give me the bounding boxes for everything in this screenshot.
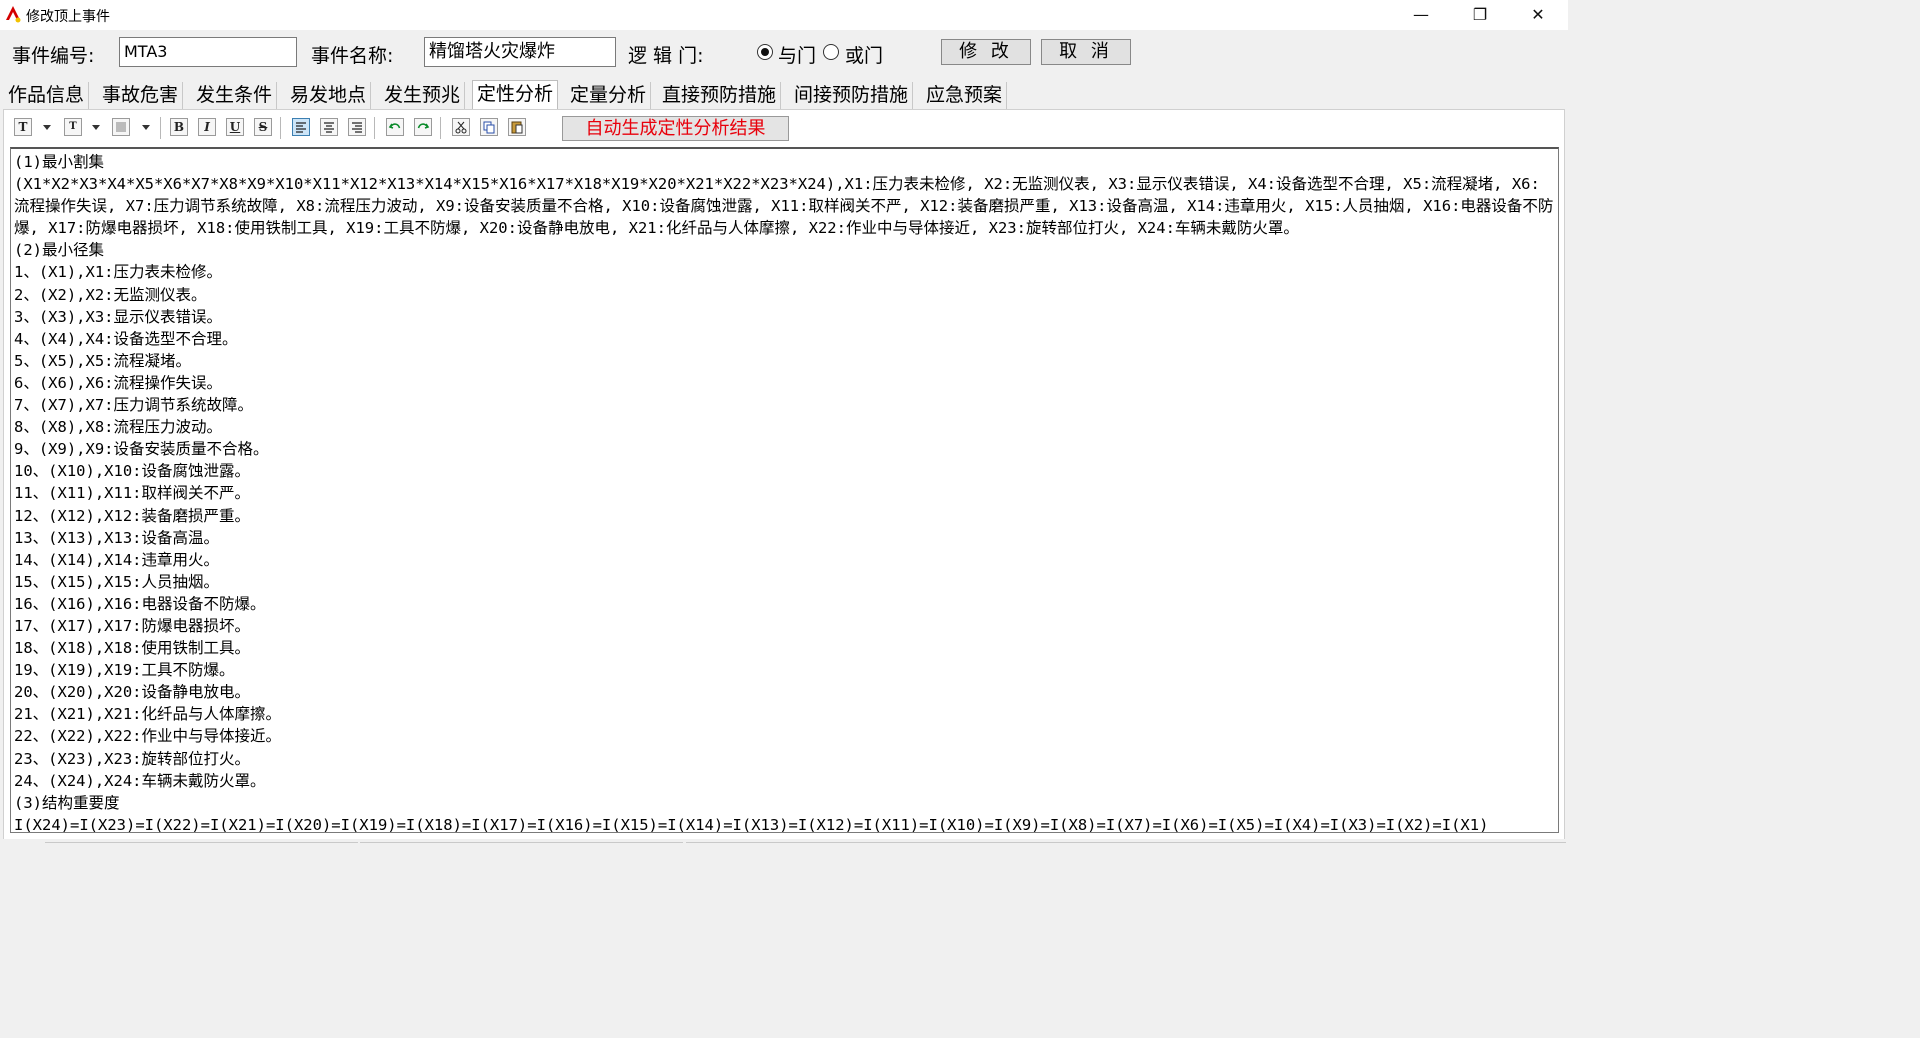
status-segment [360,842,683,849]
or-gate-radio[interactable] [823,44,839,60]
editor-line: (3)结构重要度 [14,793,120,812]
tab-prone-locations[interactable]: 易发地点 [286,82,372,109]
editor-line: 23、(X23),X23:旋转部位打火。 [14,749,250,768]
underline-icon[interactable]: U [226,118,244,136]
event-name-input[interactable]: 精馏塔火灾爆炸 [424,37,616,67]
editor-line: 13、(X13),X13:设备高温。 [14,528,219,547]
analysis-text-editor[interactable]: (1)最小割集 (X1*X2*X3*X4*X5*X6*X7*X8*X9*X10*X… [10,147,1559,833]
cancel-button[interactable]: 取 消 [1041,39,1131,65]
tab-accident-harm[interactable]: 事故危害 [98,82,184,109]
and-gate-radio[interactable] [757,44,773,60]
redo-icon[interactable] [414,118,432,136]
editor-line: 11、(X11),X11:取样阀关不严。 [14,484,250,503]
color-dropdown-icon[interactable] [142,125,150,130]
tab-emergency-plan[interactable]: 应急预案 [922,82,1008,109]
tab-quantitative-analysis[interactable]: 定量分析 [566,82,652,109]
editor-line: 24、(X24),X24:车辆未戴防火罩。 [14,771,266,790]
tab-qualitative-analysis[interactable]: 定性分析 [472,80,559,110]
tab-warning-signs[interactable]: 发生预兆 [380,82,466,109]
status-bar [0,839,1568,848]
title-bar: 修改顶上事件 — ❐ ✕ [0,0,1568,30]
format-toolbar: T T B I U S 自动生成定性分析结果 [10,115,1550,141]
editor-line: 1、(X1),X1:压力表未检修。 [14,263,222,282]
align-right-icon[interactable] [348,118,366,136]
event-id-input[interactable]: MTA3 [119,37,297,67]
copy-icon[interactable] [480,118,498,136]
color-icon[interactable] [112,118,130,136]
strikethrough-icon[interactable]: S [254,118,272,136]
editor-line: 17、(X17),X17:防爆电器损坏。 [14,616,250,635]
italic-icon[interactable]: I [198,118,216,136]
editor-line: 22、(X22),X22:作业中与导体接近。 [14,727,281,746]
editor-line: 21、(X21),X21:化纤品与人体摩擦。 [14,705,281,724]
align-left-icon[interactable] [292,118,310,136]
editor-line: (X1*X2*X3*X4*X5*X6*X7*X8*X9*X10*X11*X12*… [14,175,1554,238]
modify-button[interactable]: 修 改 [941,39,1031,65]
paste-icon[interactable] [508,118,526,136]
cut-icon[interactable] [452,118,470,136]
status-segment [686,842,1566,849]
editor-line: 9、(X9),X9:设备安装质量不合格。 [14,440,269,459]
text-style-icon[interactable]: T [14,118,32,136]
editor-line: (1)最小割集 [14,153,104,171]
editor-line: 7、(X7),X7:压力调节系统故障。 [14,396,253,415]
editor-line: 5、(X5),X5:流程凝堵。 [14,351,191,370]
toolbar-separator [280,117,281,139]
editor-line: 2、(X2),X2:无监测仪表。 [14,285,207,304]
toolbar-separator [374,117,375,139]
tab-occurrence-conditions[interactable]: 发生条件 [192,82,278,109]
event-name-label: 事件名称: [311,45,394,67]
status-segment [45,842,358,849]
editor-line: 4、(X4),X4:设备选型不合理。 [14,329,238,348]
editor-line: 16、(X16),X16:电器设备不防爆。 [14,594,266,613]
toolbar-separator [160,117,161,139]
editor-line: 20、(X20),X20:设备静电放电。 [14,683,250,702]
restore-button[interactable]: ❐ [1457,0,1503,30]
generate-analysis-button[interactable]: 自动生成定性分析结果 [562,116,789,141]
window-title: 修改顶上事件 [26,9,110,25]
undo-icon[interactable] [386,118,404,136]
editor-line: 19、(X19),X19:工具不防爆。 [14,661,235,680]
editor-line: 15、(X15),X15:人员抽烟。 [14,572,219,591]
editor-line: 6、(X6),X6:流程操作失误。 [14,373,222,392]
tab-work-info[interactable]: 作品信息 [4,82,90,109]
editor-line: 3、(X3),X3:显示仪表错误。 [14,307,222,326]
editor-line: (2)最小径集 [14,241,104,260]
or-gate-label[interactable]: 或门 [845,41,883,68]
editor-line: I(X24)=I(X23)=I(X22)=I(X21)=I(X20)=I(X19… [14,815,1489,833]
editor-line: 12、(X12),X12:装备磨损严重。 [14,506,250,525]
align-center-icon[interactable] [320,118,338,136]
close-button[interactable]: ✕ [1515,0,1561,30]
app-logo-icon [6,6,21,23]
editor-line: 8、(X8),X8:流程压力波动。 [14,418,222,437]
editor-line: 18、(X18),X18:使用铁制工具。 [14,639,250,658]
and-gate-label[interactable]: 与门 [778,41,816,68]
font-size-dropdown-icon[interactable] [92,125,100,130]
event-header: 事件编号: MTA3 事件名称: 精馏塔火灾爆炸 逻 辑 门: 与门 或门 修 … [0,30,1568,76]
minimize-button[interactable]: — [1398,0,1444,30]
editor-line: 14、(X14),X14:违章用火。 [14,550,219,569]
tab-indirect-prevention[interactable]: 间接预防措施 [790,82,914,109]
bold-icon[interactable]: B [170,118,188,136]
toolbar-separator [440,117,441,139]
editor-line: 10、(X10),X10:设备腐蚀泄露。 [14,462,250,481]
text-style-dropdown-icon[interactable] [43,125,51,130]
tab-direct-prevention[interactable]: 直接预防措施 [658,82,782,109]
event-id-label: 事件编号: [12,45,95,67]
font-size-icon[interactable]: T [64,118,82,136]
logic-gate-label: 逻 辑 门: [628,45,704,67]
